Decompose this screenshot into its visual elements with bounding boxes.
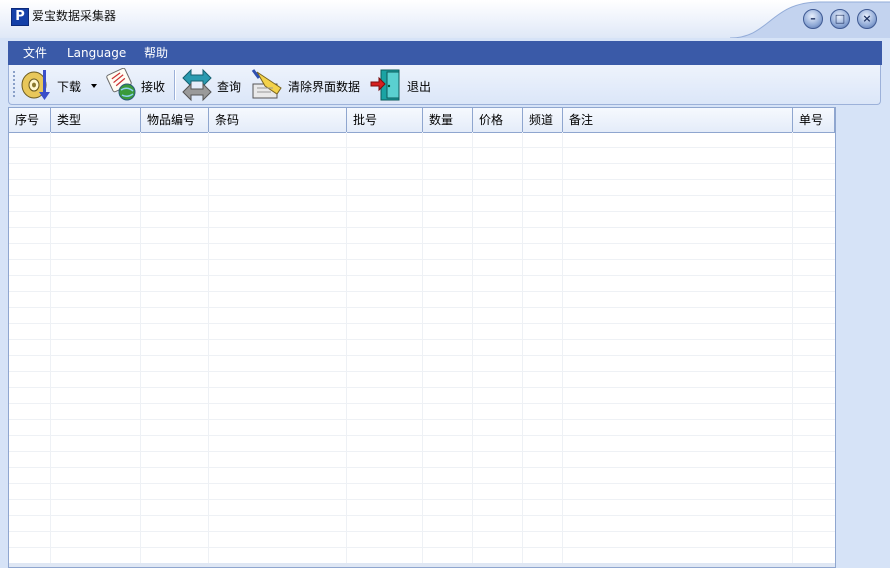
grid-column-line [472, 132, 473, 567]
download-dropdown-arrow-icon[interactable] [91, 84, 97, 88]
title-bar[interactable]: P 爱宝数据采集器 – □ × [0, 0, 890, 38]
column-header-type[interactable]: 类型 [51, 108, 141, 132]
download-label: 下载 [57, 80, 82, 94]
menu-file[interactable]: 文件 [23, 41, 47, 65]
data-grid[interactable]: 序号 类型 物品编号 条码 批号 数量 价格 频道 备注 单号 [8, 107, 836, 568]
download-button[interactable]: 下载 [19, 68, 99, 102]
column-header-quantity[interactable]: 数量 [423, 108, 473, 132]
app-logo-icon: P [11, 8, 29, 26]
grid-column-line [562, 132, 563, 567]
column-header-price[interactable]: 价格 [473, 108, 523, 132]
toolbar: 下载 接收 查询 清除界面数据 退出 [8, 65, 881, 105]
menu-language[interactable]: Language [67, 41, 126, 65]
grid-column-line [522, 132, 523, 567]
receive-button[interactable]: 接收 [103, 68, 169, 102]
window-title: 爱宝数据采集器 [32, 9, 117, 23]
column-header-remarks[interactable]: 备注 [563, 108, 793, 132]
grid-column-line [792, 132, 793, 567]
column-header-batch-number[interactable]: 批号 [347, 108, 423, 132]
grid-column-line [140, 132, 141, 567]
toolbar-separator [174, 70, 176, 100]
exit-button[interactable]: 退出 [369, 68, 435, 102]
grid-column-line [346, 132, 347, 567]
clear-data-button[interactable]: 清除界面数据 [251, 68, 363, 102]
query-arrows-icon [182, 68, 212, 102]
menu-help[interactable]: 帮助 [144, 41, 168, 65]
close-button[interactable]: × [857, 9, 877, 29]
minimize-icon: – [810, 12, 816, 25]
query-label: 查询 [217, 80, 242, 94]
exit-label: 退出 [407, 80, 432, 94]
download-disc-icon [21, 70, 50, 100]
grid-column-line [208, 132, 209, 567]
grid-column-line [50, 132, 51, 567]
horizontal-scrollbar[interactable] [9, 563, 835, 567]
clear-data-label: 清除界面数据 [288, 80, 361, 94]
grid-column-line [422, 132, 423, 567]
maximize-icon: □ [834, 12, 846, 25]
clear-brush-icon [251, 69, 282, 99]
column-header-order-number[interactable]: 单号 [793, 108, 835, 132]
exit-door-icon [370, 69, 400, 101]
column-header-index[interactable]: 序号 [9, 108, 51, 132]
close-icon: × [862, 12, 872, 25]
minimize-button[interactable]: – [803, 9, 823, 29]
maximize-button[interactable]: □ [830, 9, 850, 29]
column-header-barcode[interactable]: 条码 [209, 108, 347, 132]
toolbar-grip[interactable] [13, 71, 15, 99]
grid-header: 序号 类型 物品编号 条码 批号 数量 价格 频道 备注 单号 [9, 108, 835, 133]
query-button[interactable]: 查询 [179, 68, 245, 102]
menu-bar: 文件 Language 帮助 [8, 41, 882, 65]
receive-globe-icon [106, 68, 136, 101]
column-header-channel[interactable]: 频道 [523, 108, 563, 132]
receive-label: 接收 [141, 80, 166, 94]
column-header-item-number[interactable]: 物品编号 [141, 108, 209, 132]
